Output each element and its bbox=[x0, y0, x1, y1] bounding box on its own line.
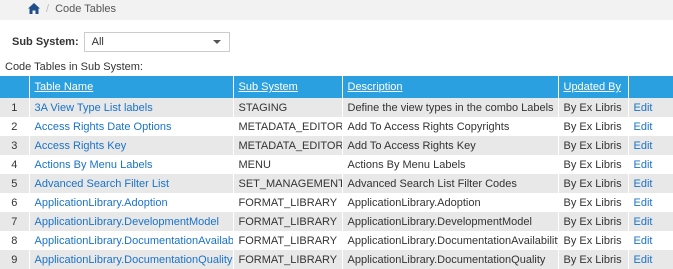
home-icon[interactable] bbox=[28, 3, 40, 14]
breadcrumb: / Code Tables bbox=[0, 0, 673, 20]
chevron-down-icon bbox=[212, 40, 221, 44]
table-row: 5 Advanced Search Filter List SET_MANAGE… bbox=[0, 174, 673, 193]
updated-by-cell: By Ex Libris bbox=[558, 155, 629, 174]
description-cell: Add To Access Rights Copyrights bbox=[342, 117, 559, 136]
edit-link[interactable]: Edit bbox=[634, 235, 653, 247]
table-row: 6 ApplicationLibrary.Adoption FORMAT_LIB… bbox=[0, 193, 673, 212]
edit-link[interactable]: Edit bbox=[634, 121, 653, 133]
updated-by-cell: By Ex Libris bbox=[558, 136, 629, 155]
table-name-link[interactable]: Access Rights Date Options bbox=[35, 121, 172, 133]
updated-by-cell: By Ex Libris bbox=[558, 193, 629, 212]
table-row: 7 ApplicationLibrary.DevelopmentModel FO… bbox=[0, 212, 673, 231]
description-cell: ApplicationLibrary.DevelopmentModel bbox=[342, 212, 559, 231]
table-header-row: Table Name Sub System Description Update… bbox=[0, 76, 673, 98]
sub-system-cell: FORMAT_LIBRARY bbox=[233, 212, 343, 231]
row-number: 3 bbox=[0, 136, 30, 155]
table-name-link[interactable]: ApplicationLibrary.Adoption bbox=[35, 197, 168, 209]
edit-link[interactable]: Edit bbox=[634, 178, 653, 190]
sub-system-cell: STAGING bbox=[233, 98, 343, 117]
edit-link[interactable]: Edit bbox=[634, 254, 653, 266]
table-name-link[interactable]: 3A View Type List labels bbox=[35, 102, 153, 114]
updated-by-cell: By Ex Libris bbox=[558, 231, 629, 250]
updated-by-cell: By Ex Libris bbox=[558, 98, 629, 117]
row-number: 8 bbox=[0, 231, 30, 250]
description-cell: Define the view types in the combo Label… bbox=[342, 98, 559, 117]
table-row: 4 Actions By Menu Labels MENU Actions By… bbox=[0, 155, 673, 174]
breadcrumb-separator: / bbox=[46, 3, 50, 15]
subsystem-filter: Sub System: All bbox=[12, 30, 230, 54]
table-row: 1 3A View Type List labels STAGING Defin… bbox=[0, 98, 673, 117]
actions-header bbox=[628, 76, 673, 98]
row-number-header bbox=[0, 76, 30, 98]
row-number: 5 bbox=[0, 174, 30, 193]
description-cell: Advanced Search List Filter Codes bbox=[342, 174, 559, 193]
edit-link[interactable]: Edit bbox=[634, 102, 653, 114]
section-title: Code Tables in Sub System: bbox=[5, 61, 143, 73]
updated-by-cell: By Ex Libris bbox=[558, 212, 629, 231]
row-number: 6 bbox=[0, 193, 30, 212]
row-number: 7 bbox=[0, 212, 30, 231]
code-tables-grid: Table Name Sub System Description Update… bbox=[0, 76, 673, 269]
updated-by-cell: By Ex Libris bbox=[558, 117, 629, 136]
table-name-link[interactable]: ApplicationLibrary.DocumentationQuality bbox=[35, 254, 233, 266]
table-name-link[interactable]: ApplicationLibrary.DocumentationAvailabi… bbox=[35, 235, 233, 247]
table-row: 8 ApplicationLibrary.DocumentationAvaila… bbox=[0, 231, 673, 250]
updated-by-cell: By Ex Libris bbox=[558, 174, 629, 193]
description-cell: ApplicationLibrary.DocumentationAvailabi… bbox=[342, 231, 559, 250]
row-number: 4 bbox=[0, 155, 30, 174]
table-row: 3 Access Rights Key METADATA_EDITOR Add … bbox=[0, 136, 673, 155]
table-name-link[interactable]: ApplicationLibrary.DevelopmentModel bbox=[35, 216, 219, 228]
sub-system-cell: METADATA_EDITOR bbox=[233, 136, 343, 155]
breadcrumb-current: Code Tables bbox=[55, 3, 117, 15]
sub-system-header[interactable]: Sub System bbox=[233, 76, 343, 98]
updated-by-header[interactable]: Updated By bbox=[558, 76, 629, 98]
sub-system-cell: MENU bbox=[233, 155, 343, 174]
description-header[interactable]: Description bbox=[342, 76, 559, 98]
table-name-link[interactable]: Advanced Search Filter List bbox=[35, 178, 170, 190]
description-cell: Actions By Menu Labels bbox=[342, 155, 559, 174]
sub-system-cell: FORMAT_LIBRARY bbox=[233, 231, 343, 250]
description-cell: ApplicationLibrary.Adoption bbox=[342, 193, 559, 212]
subsystem-select[interactable]: All bbox=[83, 32, 230, 52]
table-name-header[interactable]: Table Name bbox=[29, 76, 234, 98]
sub-system-cell: METADATA_EDITOR bbox=[233, 117, 343, 136]
sub-system-cell: FORMAT_LIBRARY bbox=[233, 193, 343, 212]
edit-link[interactable]: Edit bbox=[634, 216, 653, 228]
edit-link[interactable]: Edit bbox=[634, 197, 653, 209]
subsystem-filter-label: Sub System: bbox=[12, 36, 79, 48]
row-number: 1 bbox=[0, 98, 30, 117]
subsystem-select-value: All bbox=[91, 36, 104, 48]
description-cell: Add To Access Rights Key bbox=[342, 136, 559, 155]
row-number: 2 bbox=[0, 117, 30, 136]
edit-link[interactable]: Edit bbox=[634, 159, 653, 171]
table-name-link[interactable]: Actions By Menu Labels bbox=[35, 159, 153, 171]
edit-link[interactable]: Edit bbox=[634, 140, 653, 152]
sub-system-cell: SET_MANAGEMENT bbox=[233, 174, 343, 193]
table-row: 2 Access Rights Date Options METADATA_ED… bbox=[0, 117, 673, 136]
table-name-link[interactable]: Access Rights Key bbox=[35, 140, 127, 152]
